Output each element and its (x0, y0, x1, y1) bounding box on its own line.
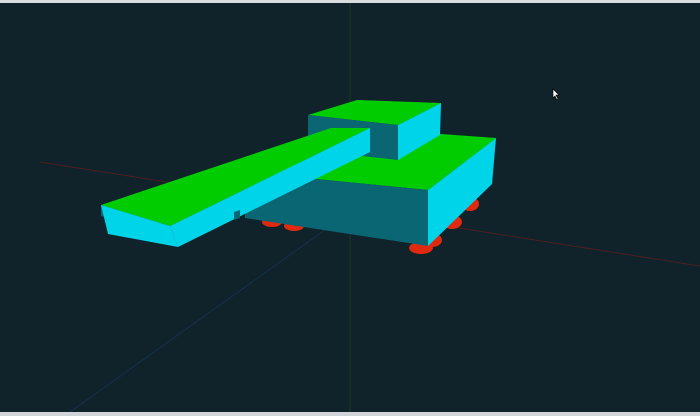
arrow-cursor-icon (552, 88, 560, 101)
tank-scene (39, 3, 700, 412)
window-bottom-border (0, 412, 700, 416)
z-axis-line (69, 211, 351, 412)
3d-viewport[interactable] (0, 3, 700, 412)
